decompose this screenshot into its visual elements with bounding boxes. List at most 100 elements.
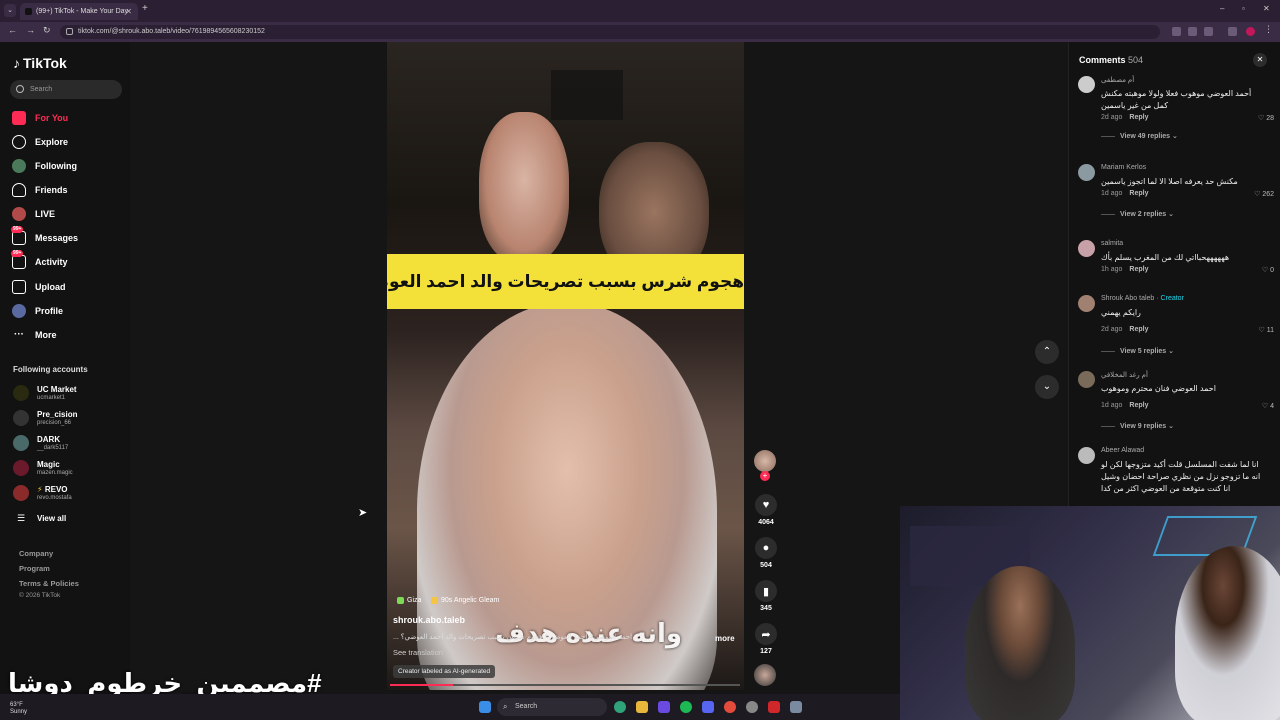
logo-text: TikTok	[23, 55, 67, 71]
nav-more[interactable]: ··· More	[12, 327, 57, 343]
comment-user[interactable]: salmita	[1101, 240, 1123, 247]
profile-avatar-icon[interactable]	[1246, 27, 1255, 36]
account-name: Magic	[37, 459, 60, 469]
avatar[interactable]	[1078, 447, 1095, 464]
reply-button[interactable]: Reply	[1129, 326, 1148, 333]
follow-plus-button[interactable]: +	[760, 471, 770, 481]
tab-list-button[interactable]: ⌄	[4, 4, 16, 17]
video-player[interactable]	[387, 42, 744, 690]
footer-terms[interactable]: Terms & Policies	[19, 579, 79, 588]
following-account[interactable]: UC Market ucmarket1	[13, 382, 77, 404]
comment-user[interactable]: أم رغد المخلافي	[1101, 371, 1148, 379]
reply-button[interactable]: Reply	[1129, 190, 1148, 197]
following-account[interactable]: Pre_cision precision_66	[13, 407, 77, 429]
reply-button[interactable]: Reply	[1129, 114, 1148, 121]
adobe-icon[interactable]	[768, 701, 780, 713]
browser-tab[interactable]: (99+) TikTok - Make Your Day ✕	[20, 3, 138, 20]
following-account[interactable]: DARK __dark5117	[13, 432, 68, 454]
video-author[interactable]: shrouk.abo.taleb	[393, 615, 465, 625]
site-info-icon[interactable]	[66, 28, 73, 35]
weather-widget[interactable]: 63°F Sunny	[10, 702, 27, 716]
nav-explore[interactable]: Explore	[12, 134, 68, 150]
windows-start-icon[interactable]	[479, 701, 491, 713]
creator-avatar[interactable]	[754, 450, 776, 472]
nav-profile[interactable]: Profile	[12, 303, 63, 319]
see-translation-link[interactable]: See translation	[393, 648, 443, 657]
install-icon[interactable]	[1172, 27, 1181, 36]
comment-user[interactable]: أم مصطفى	[1101, 76, 1134, 84]
minimize-icon[interactable]: –	[1220, 4, 1224, 13]
close-window-icon[interactable]: ✕	[1263, 4, 1270, 13]
save-button[interactable]: ▮ 345	[754, 580, 778, 612]
comment-user[interactable]: Shrouk Abo taleb · Creator	[1101, 295, 1184, 302]
share-button[interactable]: ➦ 127	[754, 623, 778, 655]
back-icon[interactable]: ←	[8, 25, 17, 35]
avatar[interactable]	[1078, 164, 1095, 181]
comment-text: احمد العوضي فنان محترم وموهوب	[1101, 384, 1216, 393]
video-progress-bar[interactable]	[390, 684, 740, 686]
spotify-icon[interactable]	[680, 701, 692, 713]
comment-like[interactable]: ♡ 11	[1258, 326, 1274, 334]
music-disc-icon[interactable]	[754, 664, 776, 686]
footer-company[interactable]: Company	[19, 549, 53, 558]
reload-icon[interactable]: ↻	[43, 25, 51, 36]
view-replies[interactable]: View 5 replies ⌄	[1101, 347, 1174, 355]
app-icon[interactable]	[658, 701, 670, 713]
comment-user[interactable]: Mariam Kerlos	[1101, 164, 1146, 171]
following-account[interactable]: Magic mazen.magic	[13, 457, 73, 479]
zoom-icon[interactable]	[1188, 27, 1197, 36]
copilot-icon[interactable]	[614, 701, 626, 713]
close-comments-button[interactable]: ✕	[1253, 53, 1267, 67]
search-input[interactable]: Search	[10, 80, 122, 99]
nav-messages[interactable]: 99+ Messages	[11, 226, 78, 246]
view-replies[interactable]: View 9 replies ⌄	[1101, 422, 1174, 430]
nav-activity[interactable]: 99+ Activity	[11, 250, 68, 270]
discord-icon[interactable]	[702, 701, 714, 713]
bookmark-star-icon[interactable]	[1204, 27, 1213, 36]
url-field[interactable]: tiktok.com/@shrouk.abo.taleb/video/76198…	[60, 25, 1160, 39]
forward-icon[interactable]: →	[26, 25, 35, 35]
comment-like[interactable]: ♡ 0	[1262, 266, 1274, 274]
comment-like[interactable]: ♡ 28	[1258, 114, 1274, 122]
comment-button[interactable]: ● 504	[754, 537, 778, 569]
avatar[interactable]	[1078, 76, 1095, 93]
comment-like[interactable]: ♡ 262	[1254, 190, 1274, 198]
view-replies[interactable]: View 2 replies ⌄	[1101, 210, 1174, 218]
close-tab-icon[interactable]: ✕	[125, 3, 132, 20]
reply-button[interactable]: Reply	[1129, 266, 1148, 273]
comment-user[interactable]: Abeer Alawad	[1101, 447, 1144, 454]
following-account[interactable]: ⚡ REVO revo.mostafa	[13, 482, 72, 504]
view-all-link[interactable]: ☰ View all	[13, 507, 66, 529]
settings-gear-icon[interactable]	[790, 701, 802, 713]
more-button[interactable]: more	[715, 634, 735, 643]
avatar[interactable]	[1078, 295, 1095, 312]
view-replies[interactable]: View 49 replies ⌄	[1101, 132, 1178, 140]
app-icon[interactable]	[746, 701, 758, 713]
avatar[interactable]	[1078, 240, 1095, 257]
comment-like[interactable]: ♡ 4	[1262, 402, 1274, 410]
avatar[interactable]	[1078, 371, 1095, 388]
effect-tag[interactable]: 90s Angelic Gleam	[431, 597, 499, 604]
nav-for-you[interactable]: For You	[12, 110, 68, 126]
nav-upload[interactable]: Upload	[12, 279, 66, 295]
reply-button[interactable]: Reply	[1129, 402, 1148, 409]
location-tag[interactable]: Giza	[397, 597, 421, 604]
nav-live[interactable]: LIVE	[12, 206, 55, 222]
file-explorer-icon[interactable]	[636, 701, 648, 713]
footer-program[interactable]: Program	[19, 564, 50, 573]
next-video-button[interactable]: ⌄	[1035, 375, 1059, 399]
extensions-icon[interactable]	[1228, 27, 1237, 36]
messages-badge: 99+	[11, 226, 24, 233]
nav-friends[interactable]: Friends	[12, 182, 68, 198]
like-button[interactable]: ♥ 4064	[754, 494, 778, 526]
nav-following[interactable]: Following	[12, 158, 77, 174]
previous-video-button[interactable]: ⌃	[1035, 340, 1059, 364]
taskbar-search[interactable]: ⌕ Search	[497, 698, 607, 716]
account-handle: revo.mostafa	[37, 494, 72, 501]
chrome-icon[interactable]	[724, 701, 736, 713]
maximize-icon[interactable]: ▫	[1242, 4, 1245, 13]
tiktok-logo[interactable]: ♪ TikTok	[13, 55, 67, 71]
account-handle: __dark5117	[37, 444, 69, 451]
menu-kebab-icon[interactable]: ⋮	[1264, 24, 1273, 34]
new-tab-button[interactable]: +	[142, 3, 148, 14]
